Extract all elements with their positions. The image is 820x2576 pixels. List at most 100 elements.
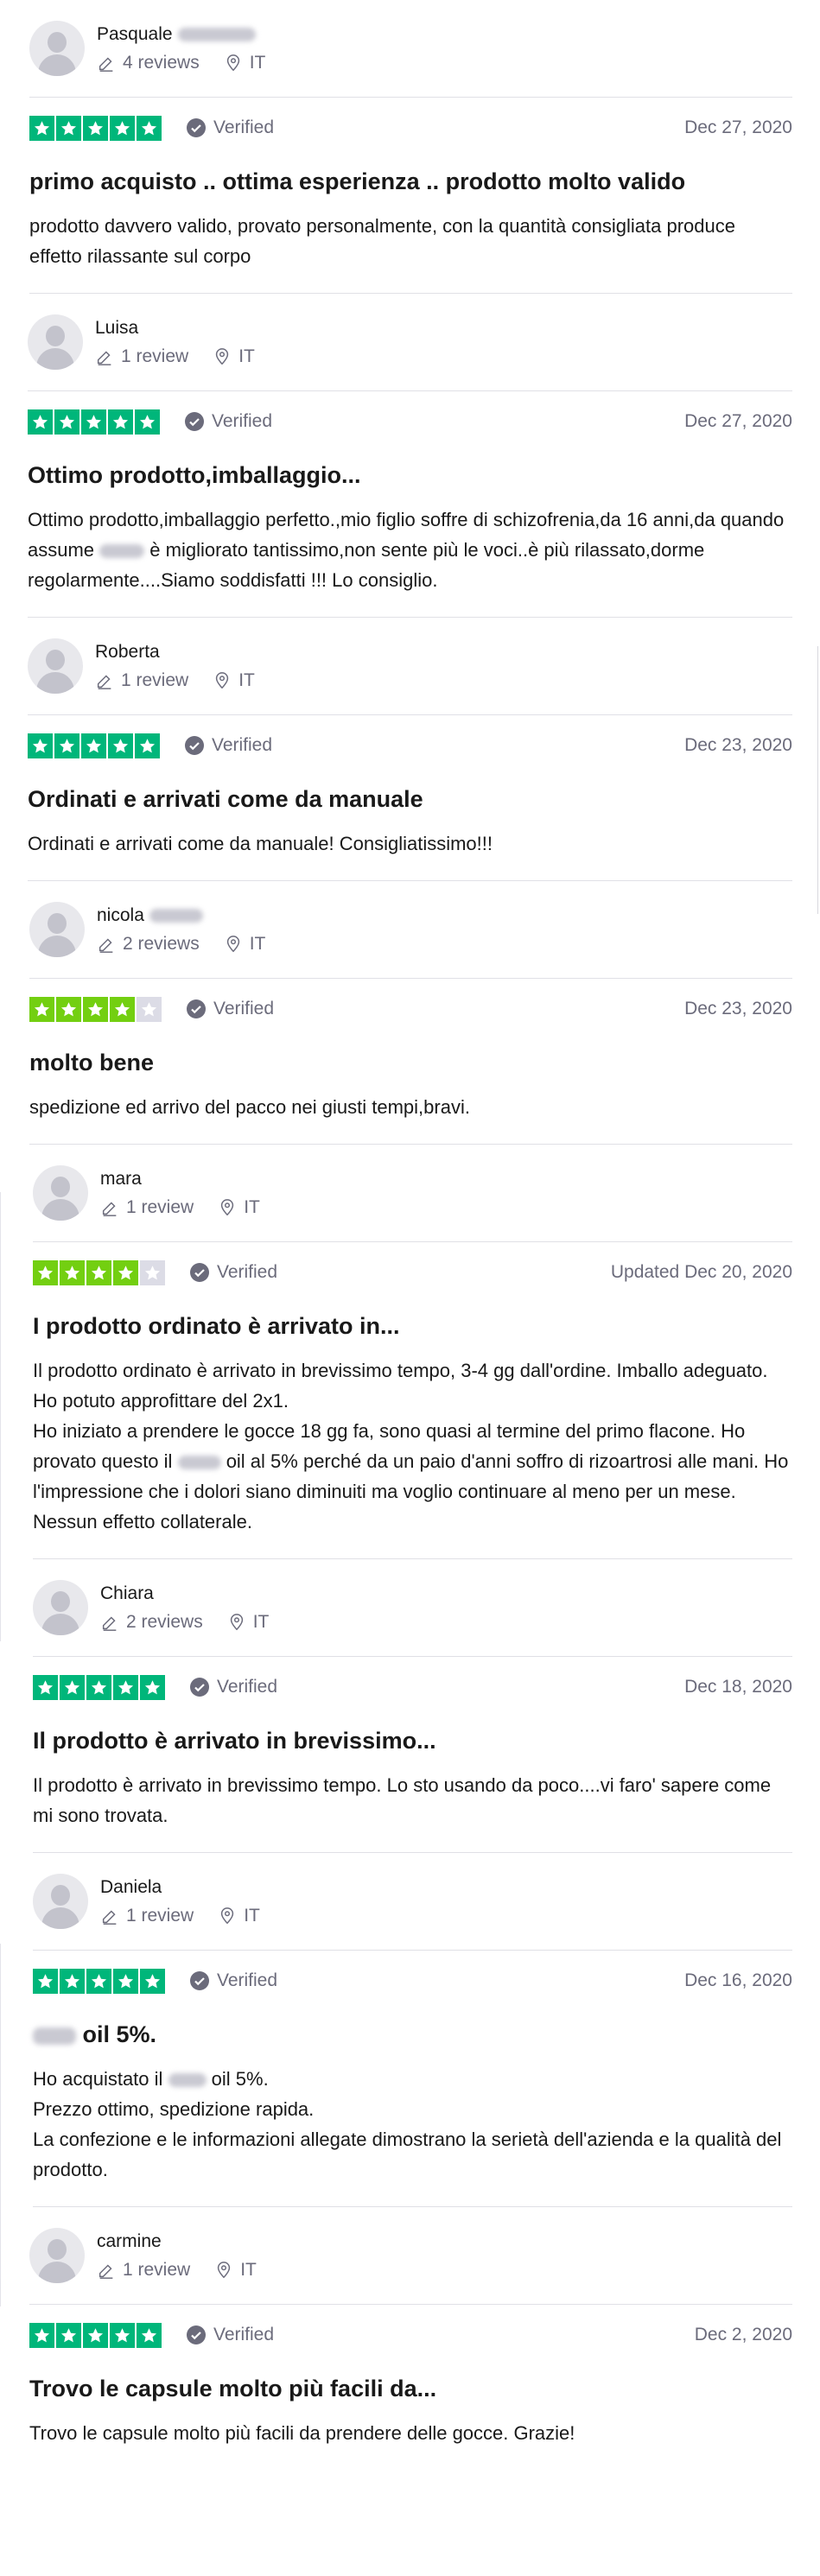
consumer-name[interactable]: nicola <box>97 905 144 925</box>
review-card: Luisa 1 review IT Verified Dec 27, 2020 … <box>0 294 820 618</box>
star-icon <box>110 996 135 1022</box>
review-title[interactable]: Trovo le capsule molto più facili da... <box>29 2376 792 2402</box>
star-icon <box>140 1968 165 1994</box>
verified-label: Verified <box>217 1262 278 1282</box>
country-code: IT <box>252 1612 270 1632</box>
review-title[interactable]: Ottimo prodotto,imballaggio... <box>28 462 792 489</box>
review-date: Dec 23, 2020 <box>684 735 792 755</box>
avatar[interactable] <box>28 314 83 370</box>
card-edge <box>0 1944 1 2306</box>
blurred-surname <box>149 909 203 923</box>
pencil-icon <box>99 57 113 72</box>
avatar[interactable] <box>33 1580 88 1635</box>
pencil-icon <box>102 1910 117 1925</box>
country-code: IT <box>244 1906 260 1926</box>
star-rating <box>29 996 163 1022</box>
review-title[interactable]: primo acquisto .. ottima esperienza .. p… <box>29 168 792 195</box>
review-date: Dec 23, 2020 <box>684 999 792 1018</box>
blurred-product-name <box>33 2027 76 2045</box>
star-icon <box>137 996 162 1022</box>
review-text: Il prodotto ordinato è arrivato in brevi… <box>33 1360 768 1412</box>
review-title-text: oil 5%. <box>82 2021 157 2047</box>
consumer-info: nicola 2 reviews IT <box>29 881 792 978</box>
verified-badge[interactable]: Verified <box>189 1970 277 1991</box>
review-body: Ordinati e arrivati come da manuale! Con… <box>28 828 792 880</box>
review-card: carmine 1 review IT Verified Dec 2, 2020… <box>0 2207 820 2470</box>
check-circle-icon <box>185 412 204 431</box>
consumer-name[interactable]: Pasquale <box>97 24 173 44</box>
verified-badge[interactable]: Verified <box>189 1262 277 1283</box>
review-text: Ordinati e arrivati come da manuale! Con… <box>28 833 493 854</box>
verified-badge[interactable]: Verified <box>184 735 272 756</box>
verified-badge[interactable]: Verified <box>186 117 274 138</box>
star-icon <box>113 1259 138 1285</box>
avatar[interactable] <box>33 1165 88 1221</box>
card-edge <box>0 1192 1 1641</box>
star-icon <box>110 2322 135 2348</box>
review-title[interactable]: Ordinati e arrivati come da manuale <box>28 786 792 813</box>
verified-badge[interactable]: Verified <box>186 2325 274 2345</box>
verified-badge[interactable]: Verified <box>186 999 274 1019</box>
star-icon <box>83 996 108 1022</box>
star-icon <box>28 733 53 758</box>
country-code: IT <box>249 53 266 73</box>
verified-label: Verified <box>213 2325 275 2344</box>
avatar[interactable] <box>28 638 83 694</box>
pencil-icon <box>102 1616 117 1631</box>
avatar[interactable] <box>29 21 85 76</box>
review-title[interactable]: oil 5%. <box>33 2021 792 2048</box>
country-code: IT <box>238 346 255 366</box>
avatar[interactable] <box>29 902 85 957</box>
star-icon <box>86 1968 111 1994</box>
review-body: spedizione ed arrivo del pacco nei giust… <box>29 1092 792 1144</box>
star-icon <box>113 1674 138 1700</box>
star-icon <box>108 409 133 435</box>
review-card: Chiara 2 reviews IT Verified Dec 18, 202… <box>0 1559 820 1853</box>
review-title[interactable]: I prodotto ordinato è arrivato in... <box>33 1313 792 1340</box>
star-icon <box>81 409 106 435</box>
consumer-name[interactable]: Luisa <box>95 318 138 338</box>
country-code: IT <box>249 934 266 954</box>
review-count: 4 reviews <box>123 53 200 73</box>
check-circle-icon <box>187 999 206 1018</box>
star-icon <box>83 115 108 141</box>
location-pin-icon <box>230 1614 243 1631</box>
review-title[interactable]: molto bene <box>29 1050 792 1076</box>
consumer-name[interactable]: carmine <box>97 2231 162 2251</box>
location-pin-icon <box>218 2262 231 2279</box>
review-text: prodotto davvero valido, provato persona… <box>29 215 735 267</box>
pencil-icon <box>97 675 111 689</box>
star-rating <box>29 2322 163 2348</box>
star-icon <box>56 2322 81 2348</box>
consumer-info: Roberta 1 review IT <box>28 618 792 714</box>
star-icon <box>29 2322 54 2348</box>
country-code: IT <box>238 670 255 690</box>
blurred-surname <box>177 28 256 42</box>
pencil-icon <box>97 351 111 365</box>
consumer-name[interactable]: Chiara <box>100 1583 154 1603</box>
review-date: Dec 2, 2020 <box>694 2325 792 2344</box>
blurred-product-name <box>177 1456 221 1470</box>
review-title[interactable]: Il prodotto è arrivato in brevissimo... <box>33 1728 792 1754</box>
consumer-name[interactable]: Roberta <box>95 642 160 662</box>
location-pin-icon <box>226 54 239 72</box>
star-icon <box>60 1674 85 1700</box>
star-rating <box>28 733 162 758</box>
verified-badge[interactable]: Verified <box>189 1677 277 1697</box>
verified-label: Verified <box>213 999 275 1018</box>
review-date: Updated Dec 20, 2020 <box>610 1262 792 1282</box>
verified-badge[interactable]: Verified <box>184 411 272 432</box>
review-date: Dec 16, 2020 <box>684 1970 792 1990</box>
star-rating <box>33 1968 167 1994</box>
consumer-name[interactable]: Daniela <box>100 1877 162 1897</box>
blurred-product-name <box>168 2073 207 2088</box>
avatar[interactable] <box>33 1874 88 1929</box>
check-circle-icon <box>190 1971 209 1990</box>
review-count: 1 review <box>126 1197 194 1217</box>
avatar[interactable] <box>29 2228 85 2283</box>
review-card: Roberta 1 review IT Verified Dec 23, 202… <box>0 618 820 881</box>
consumer-name[interactable]: mara <box>100 1169 142 1189</box>
location-pin-icon <box>226 936 239 953</box>
star-rating <box>29 115 163 141</box>
review-date: Dec 18, 2020 <box>684 1677 792 1697</box>
